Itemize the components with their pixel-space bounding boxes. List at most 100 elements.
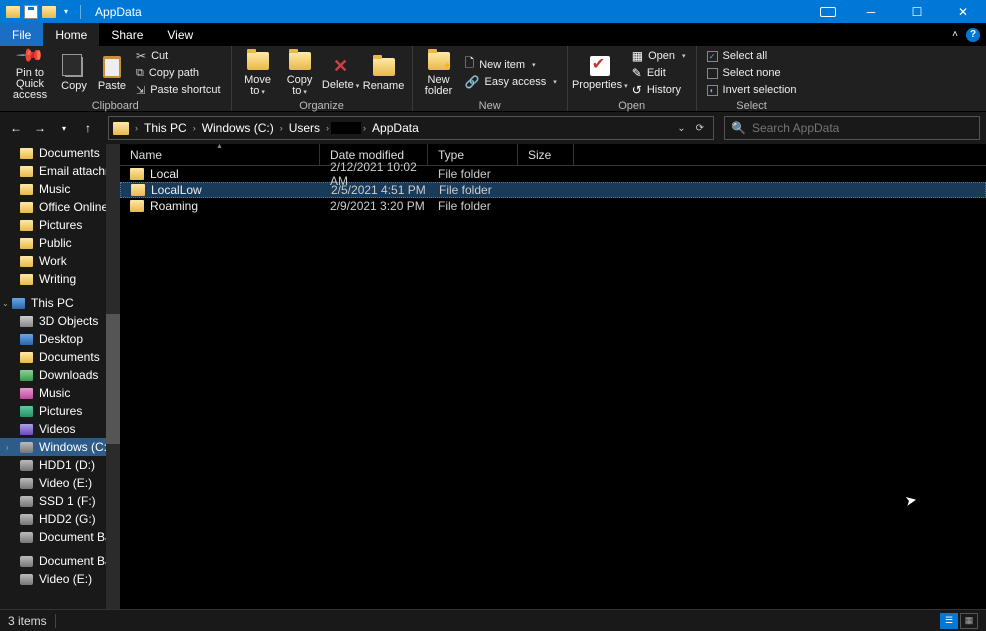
easy-access-button[interactable]: 🔗Easy access▾ — [461, 74, 561, 90]
edit-button[interactable]: ✎Edit — [628, 65, 690, 81]
tree-item[interactable]: Documents — [0, 348, 120, 366]
tab-home[interactable]: Home — [43, 23, 99, 46]
copy-button[interactable]: Copy — [56, 48, 92, 98]
file-row[interactable]: Local2/12/2021 10:02 AMFile folder — [120, 166, 986, 182]
tree-item[interactable]: Email attachmen — [0, 162, 120, 180]
tree-item[interactable]: Video (E:) — [0, 474, 120, 492]
back-button[interactable]: ← — [6, 118, 26, 138]
tree-item[interactable]: Document Back U — [0, 552, 120, 570]
open-button[interactable]: ▦Open▾ — [628, 48, 690, 64]
tree-item[interactable]: Videos — [0, 420, 120, 438]
file-row[interactable]: LocalLow2/5/2021 4:51 PMFile folder — [120, 182, 986, 198]
maximize-button[interactable]: ☐ — [894, 0, 940, 23]
column-headers: ▲Name Date modified Type Size — [120, 144, 986, 166]
view-details-button[interactable]: ☰ — [940, 613, 958, 629]
col-name[interactable]: ▲Name — [120, 144, 320, 165]
file-date: 2/9/2021 3:20 PM — [320, 199, 428, 213]
crumb-appdata[interactable]: AppData — [368, 121, 423, 135]
tree-item[interactable]: Desktop — [0, 330, 120, 348]
tree-item[interactable]: Pictures — [0, 402, 120, 420]
tree-item-label: Public — [39, 236, 72, 250]
tree-item[interactable]: Downloads — [0, 366, 120, 384]
paste-shortcut-button[interactable]: ⇲Paste shortcut — [132, 82, 225, 98]
tree-item-label: Video (E:) — [39, 572, 92, 586]
ribbon-label-organize: Organize — [232, 100, 412, 112]
close-button[interactable]: ✕ — [940, 0, 986, 23]
address-dropdown-icon[interactable]: ⌄ — [672, 123, 690, 134]
crumb-this-pc[interactable]: This PC — [140, 121, 191, 135]
crumb-sep-icon[interactable]: › — [191, 123, 198, 133]
pin-quick-access-button[interactable]: 📌 Pin to Quick access — [6, 48, 54, 98]
address-bar[interactable]: › This PC › Windows (C:) › Users › › App… — [108, 116, 714, 140]
tree-item[interactable]: HDD2 (G:) — [0, 510, 120, 528]
tree-item[interactable]: Documents — [0, 144, 120, 162]
col-type[interactable]: Type — [428, 144, 518, 165]
tab-view[interactable]: View — [155, 23, 205, 46]
new-item-button[interactable]: 🗋New item▾ — [461, 57, 561, 73]
crumb-windows-c[interactable]: Windows (C:) — [198, 121, 278, 135]
new-folder-button[interactable]: New folder — [419, 48, 459, 98]
crumb-users[interactable]: Users — [285, 121, 324, 135]
forward-button[interactable]: → — [30, 118, 50, 138]
view-large-button[interactable]: ▦ — [960, 613, 978, 629]
delete-button[interactable]: ✕ Delete▾ — [322, 48, 360, 98]
paste-button[interactable]: Paste — [94, 48, 130, 98]
refresh-button[interactable]: ⟳ — [691, 123, 709, 134]
qat-dropdown-icon[interactable]: ▾ — [60, 7, 72, 16]
copy-path-button[interactable]: ⧉Copy path — [132, 65, 225, 81]
col-size[interactable]: Size — [518, 144, 574, 165]
move-to-button[interactable]: Move to▾ — [238, 48, 278, 98]
tree-item[interactable]: SSD 1 (F:) — [0, 492, 120, 510]
recent-dropdown[interactable]: ▾ — [54, 118, 74, 138]
tree-item[interactable]: Video (E:) — [0, 570, 120, 588]
tab-share[interactable]: Share — [99, 23, 155, 46]
tree-item-label: Documents — [39, 350, 100, 364]
tree-item[interactable]: HDD1 (D:) — [0, 456, 120, 474]
menu-bar: File Home Share View ˄ ? — [0, 23, 986, 46]
search-input[interactable] — [752, 121, 973, 135]
select-none-button[interactable]: Select none — [703, 65, 801, 81]
tree-item[interactable]: Music — [0, 384, 120, 402]
copy-to-button[interactable]: Copy to▾ — [280, 48, 320, 98]
rename-button[interactable]: Rename — [362, 48, 406, 98]
tree-item[interactable]: Office Online ex — [0, 198, 120, 216]
file-row[interactable]: Roaming2/9/2021 3:20 PMFile folder — [120, 198, 986, 214]
qat-save-icon[interactable] — [24, 5, 38, 19]
rename-icon — [373, 58, 395, 76]
help-icon[interactable]: ? — [966, 28, 980, 42]
up-button[interactable]: ↑ — [78, 118, 98, 138]
tab-file[interactable]: File — [0, 23, 43, 46]
tablet-mode-icon[interactable] — [820, 7, 836, 17]
crumb-user-redacted[interactable] — [331, 122, 361, 134]
tree-this-pc[interactable]: ⌄ This PC — [0, 294, 120, 312]
invert-selection-button[interactable]: ◐Invert selection — [703, 82, 801, 98]
chevron-down-icon[interactable]: ⌄ — [2, 299, 9, 308]
tree-scroll-thumb[interactable] — [106, 314, 120, 444]
chevron-right-icon[interactable]: › — [6, 443, 9, 452]
crumb-sep-icon[interactable]: › — [361, 123, 368, 133]
history-button[interactable]: ↺History — [628, 82, 690, 98]
tree-item[interactable]: Music — [0, 180, 120, 198]
new-item-icon: 🗋 — [465, 54, 475, 75]
nav-tree[interactable]: DocumentsEmail attachmenMusicOffice Onli… — [0, 144, 120, 609]
tree-item[interactable]: Public — [0, 234, 120, 252]
qat-folder-icon[interactable] — [42, 6, 56, 18]
minimize-button[interactable]: ─ — [848, 0, 894, 23]
tree-item[interactable]: 3D Objects — [0, 312, 120, 330]
tree-item[interactable]: Pictures — [0, 216, 120, 234]
tree-item[interactable]: ›Windows (C:) — [0, 438, 120, 456]
tree-item[interactable]: Document Back — [0, 528, 120, 546]
properties-button[interactable]: Properties▾ — [574, 48, 626, 98]
tree-item[interactable]: Writing — [0, 270, 120, 288]
crumb-sep-icon[interactable]: › — [133, 123, 140, 133]
cut-button[interactable]: ✂Cut — [132, 48, 225, 64]
search-box[interactable]: 🔍 — [724, 116, 980, 140]
collapse-ribbon-icon[interactable]: ˄ — [952, 29, 958, 40]
tree-item[interactable]: Work — [0, 252, 120, 270]
select-all-button[interactable]: ✓Select all — [703, 48, 801, 64]
crumb-sep-icon[interactable]: › — [278, 123, 285, 133]
crumb-sep-icon[interactable]: › — [324, 123, 331, 133]
folder-icon — [20, 166, 33, 177]
file-type: File folder — [428, 167, 518, 181]
col-date[interactable]: Date modified — [320, 144, 428, 165]
